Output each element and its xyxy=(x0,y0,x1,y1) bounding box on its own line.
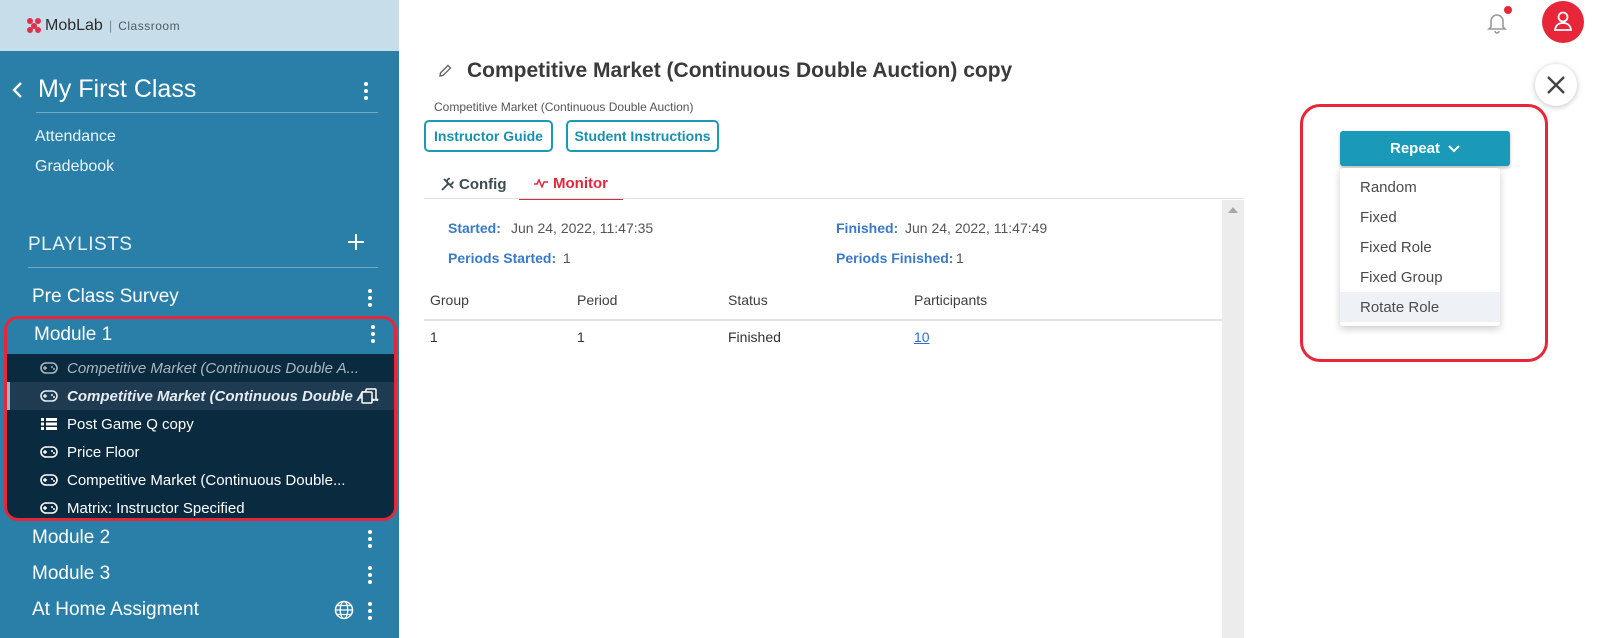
scroll-up-arrow-icon[interactable] xyxy=(1228,207,1238,213)
repeat-dropdown-menu: Random Fixed Fixed Role Fixed Group Rota… xyxy=(1340,168,1500,326)
nav-attendance[interactable]: Attendance xyxy=(35,128,116,146)
option-random[interactable]: Random xyxy=(1340,172,1500,202)
started-value: Jun 24, 2022, 11:47:35 xyxy=(511,220,654,236)
table-header-group: Group xyxy=(430,292,469,308)
playlist-menu-kebab-icon[interactable] xyxy=(363,323,383,345)
chevron-down-icon xyxy=(1448,144,1460,152)
list-item[interactable]: Price Floor xyxy=(7,438,394,466)
option-fixed-group[interactable]: Fixed Group xyxy=(1340,262,1500,292)
class-title[interactable]: My First Class xyxy=(38,75,196,104)
gamepad-icon xyxy=(40,502,58,514)
option-fixed-role[interactable]: Fixed Role xyxy=(1340,232,1500,262)
playlist-menu-kebab-icon[interactable] xyxy=(360,564,380,586)
tabs-divider xyxy=(424,198,1244,199)
notification-dot xyxy=(1504,6,1512,14)
list-icon xyxy=(41,418,57,430)
list-item-label: Post Game Q copy xyxy=(67,415,194,433)
playlist-module-1[interactable]: Module 1 xyxy=(34,324,112,346)
module-1-items: Competitive Market (Continuous Double A.… xyxy=(7,354,394,518)
student-instructions-button[interactable]: Student Instructions xyxy=(566,120,719,152)
brand-product: Classroom xyxy=(118,18,181,33)
module-1-panel: Module 1 Competitive Market (Continuous … xyxy=(4,316,397,521)
instructor-guide-button[interactable]: Instructor Guide xyxy=(424,120,553,152)
list-item-label: Competitive Market (Continuous Double A.… xyxy=(67,359,360,377)
list-item-label: Matrix: Instructor Specified xyxy=(67,499,245,517)
periods-finished-label: Periods Finished: xyxy=(836,250,954,266)
gamepad-icon xyxy=(40,474,58,486)
list-item-selected[interactable]: Competitive Market (Continuous Double A.… xyxy=(7,382,394,410)
list-item[interactable]: Matrix: Instructor Specified xyxy=(7,494,394,518)
page-title: Competitive Market (Continuous Double Au… xyxy=(467,59,1013,82)
scrollbar[interactable] xyxy=(1222,200,1244,638)
list-item[interactable]: Competitive Market (Continuous Double... xyxy=(7,466,394,494)
playlist-module-2[interactable]: Module 2 xyxy=(32,527,110,549)
nav-gradebook[interactable]: Gradebook xyxy=(35,158,114,176)
table-header-period: Period xyxy=(577,292,618,308)
add-playlist-plus-icon[interactable] xyxy=(347,233,365,251)
playlist-pre-class-survey[interactable]: Pre Class Survey xyxy=(32,286,179,308)
playlist-at-home-assignment[interactable]: At Home Assigment xyxy=(32,599,199,621)
page-subtitle: Competitive Market (Continuous Double Au… xyxy=(434,100,694,114)
pencil-edit-icon[interactable] xyxy=(437,63,453,79)
repeat-dropdown-button[interactable]: Repeat xyxy=(1340,131,1510,166)
tab-config-label: Config xyxy=(459,175,507,193)
finished-value: Jun 24, 2022, 11:47:49 xyxy=(905,220,1048,236)
list-item[interactable]: Competitive Market (Continuous Double A.… xyxy=(7,354,394,382)
periods-started-label: Periods Started: xyxy=(448,250,557,266)
table-header-divider xyxy=(424,319,1222,321)
globe-icon xyxy=(334,600,354,620)
table-header-status: Status xyxy=(728,292,768,308)
list-item[interactable]: Post Game Q copy xyxy=(7,410,394,438)
copy-icon[interactable] xyxy=(361,388,377,404)
tab-config[interactable]: Config xyxy=(440,168,506,200)
playlist-menu-kebab-icon[interactable] xyxy=(360,600,380,622)
moblab-logo-icon xyxy=(27,18,42,33)
divider xyxy=(36,112,378,113)
list-item-label: Competitive Market (Continuous Double A.… xyxy=(67,387,380,405)
playlist-menu-kebab-icon[interactable] xyxy=(360,528,380,550)
brand-name[interactable]: MobLab xyxy=(45,17,103,35)
table-header-participants: Participants xyxy=(914,292,988,308)
close-button[interactable] xyxy=(1535,64,1577,106)
tools-icon xyxy=(441,177,454,191)
participants-link[interactable]: 10 xyxy=(914,329,930,345)
tab-bar: Config Monitor xyxy=(424,168,1244,200)
started-label: Started: xyxy=(448,220,501,236)
user-icon xyxy=(1553,11,1573,31)
app-root: MobLab | Classroom My First Class Attend… xyxy=(0,0,1600,638)
repeat-button-label: Repeat xyxy=(1389,140,1441,157)
brand-bar: MobLab | Classroom xyxy=(0,0,399,51)
gamepad-icon xyxy=(40,446,58,458)
periods-started-value: 1 xyxy=(563,250,571,266)
chevron-left-icon[interactable] xyxy=(8,80,28,100)
playlist-menu-kebab-icon[interactable] xyxy=(360,287,380,309)
class-menu-kebab-icon[interactable] xyxy=(356,80,376,102)
option-rotate-role[interactable]: Rotate Role xyxy=(1340,292,1500,322)
gamepad-icon xyxy=(40,362,58,374)
avatar[interactable] xyxy=(1542,1,1584,43)
table-cell-group: 1 xyxy=(430,329,438,345)
divider xyxy=(28,267,378,268)
list-item-label: Price Floor xyxy=(67,443,140,461)
table-cell-status: Finished xyxy=(728,329,781,345)
periods-finished-value: 1 xyxy=(956,250,964,266)
list-item-label: Competitive Market (Continuous Double... xyxy=(67,471,346,489)
option-fixed[interactable]: Fixed xyxy=(1340,202,1500,232)
activity-icon xyxy=(534,178,548,188)
brand-separator: | xyxy=(108,18,113,33)
table-cell-period: 1 xyxy=(577,329,585,345)
playlist-module-3[interactable]: Module 3 xyxy=(32,563,110,585)
gamepad-icon xyxy=(40,390,58,402)
finished-label: Finished: xyxy=(836,220,899,236)
sidebar: MobLab | Classroom My First Class Attend… xyxy=(0,0,399,638)
tab-monitor-label: Monitor xyxy=(553,174,608,192)
close-icon xyxy=(1547,76,1565,94)
playlists-heading: PLAYLISTS xyxy=(28,234,133,255)
tab-monitor[interactable]: Monitor xyxy=(519,168,623,200)
